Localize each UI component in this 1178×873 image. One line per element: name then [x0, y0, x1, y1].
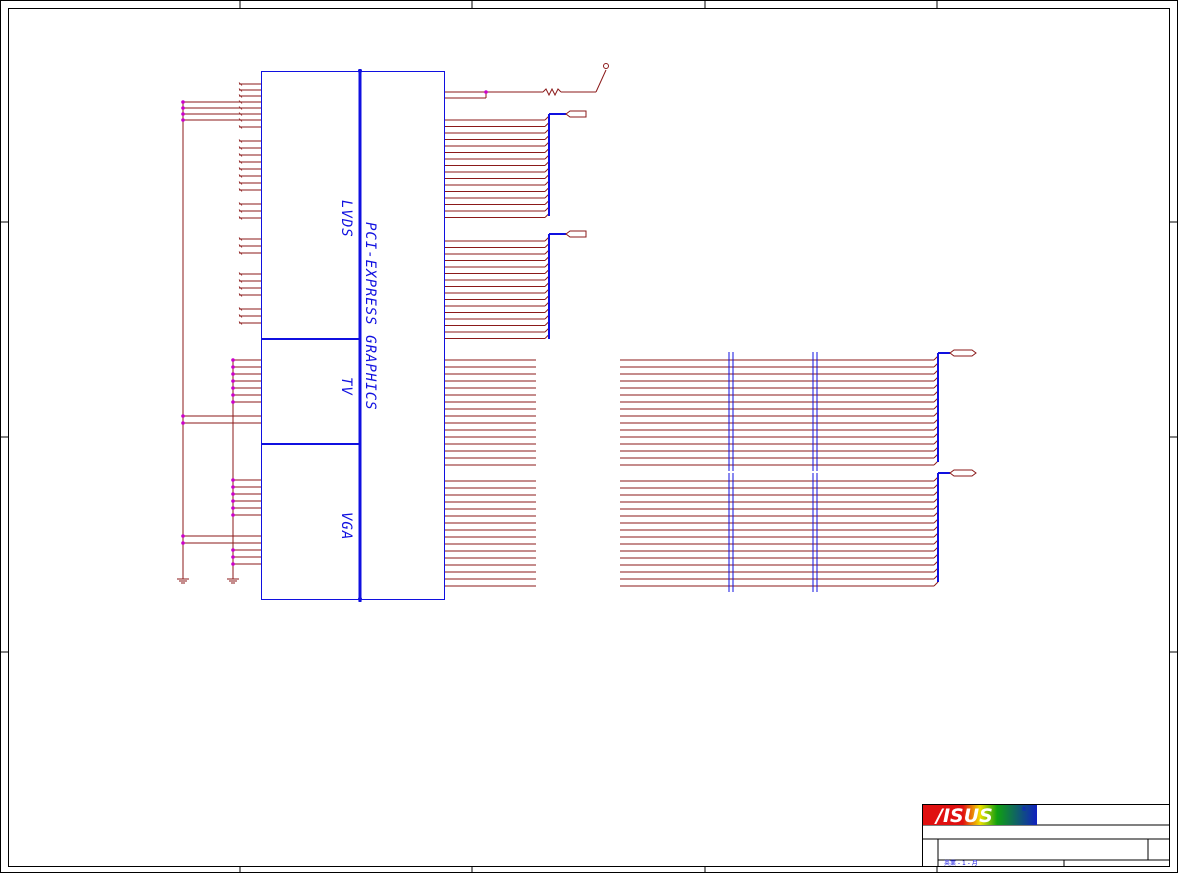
junction-dot — [181, 118, 185, 122]
junction-dot — [231, 478, 235, 482]
resistor-net — [445, 63, 609, 99]
bus-groups — [548, 110, 977, 592]
junction-dot — [181, 421, 185, 425]
bus-label: PCI-EXPRESS GRAPHICS — [362, 222, 378, 411]
off-page-connector-icon — [949, 349, 977, 357]
junction-dot — [181, 106, 185, 110]
junction-dot — [181, 112, 185, 116]
junction-dot — [181, 534, 185, 538]
junction-dot — [231, 548, 235, 552]
off-page-connector-icon — [949, 469, 977, 477]
power-pin-icon — [603, 63, 609, 69]
junction-dot — [231, 379, 235, 383]
registered-mark: ® — [1021, 806, 1027, 813]
ground-icon — [227, 577, 239, 584]
junction-dot — [231, 393, 235, 397]
left-junctions — [181, 100, 235, 566]
lvds-label: LVDS — [338, 200, 354, 238]
title-block: /ISUS ® 英業 - 1 - 月 — [922, 804, 1170, 867]
junction-dot — [231, 358, 235, 362]
junction-dot — [231, 506, 235, 510]
junction-dot — [231, 400, 235, 404]
junction-dot — [484, 90, 488, 94]
junction-dot — [231, 562, 235, 566]
bus-entry — [933, 581, 939, 587]
junction-dot — [231, 513, 235, 517]
vga-label: VGA — [338, 512, 354, 540]
junction-dot — [231, 485, 235, 489]
left-pin-stubs — [183, 82, 261, 565]
schematic-sheet: LVDS TV VGA PCI-EXPRESS GRAPHICS /ISUS ®… — [0, 0, 1178, 873]
off-page-connector-icon — [565, 230, 587, 238]
junction-dot — [231, 372, 235, 376]
junction-dot — [231, 499, 235, 503]
footer-text: 英業 - 1 - 月 — [944, 859, 978, 867]
logo-text: /ISUS — [934, 805, 993, 827]
junction-dot — [231, 386, 235, 390]
junction-dot — [231, 365, 235, 369]
left-rails — [182, 102, 234, 577]
junction-dot — [231, 555, 235, 559]
ground-icon — [177, 577, 189, 584]
tv-label: TV — [338, 377, 354, 396]
off-page-connector-icon — [565, 110, 587, 118]
resistor-icon — [542, 87, 562, 97]
sheet-border — [0, 0, 1178, 873]
junction-dot — [181, 541, 185, 545]
junction-dot — [231, 492, 235, 496]
right-wires — [445, 115, 939, 587]
junction-dot — [181, 100, 185, 104]
junction-dot — [181, 414, 185, 418]
